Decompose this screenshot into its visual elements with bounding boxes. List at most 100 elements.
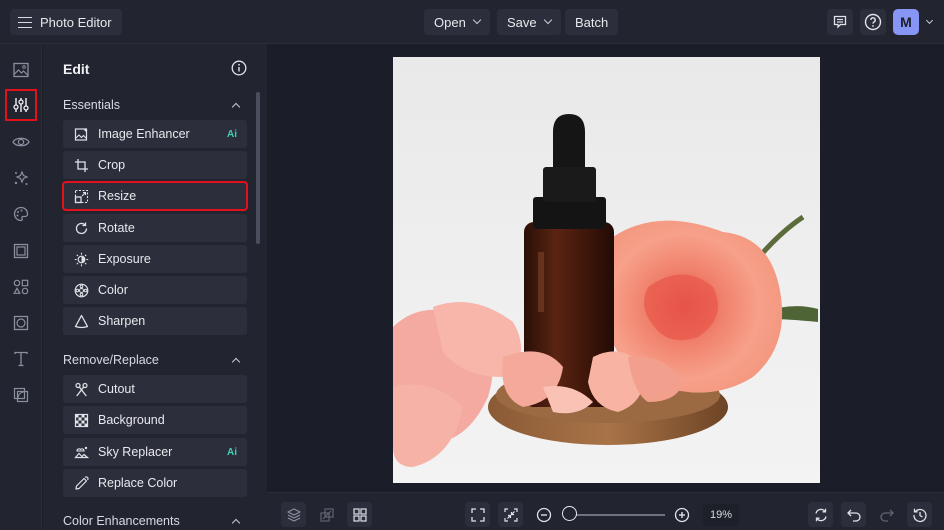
crop-icon [74, 158, 88, 172]
rail-item-graphics[interactable] [5, 271, 37, 303]
help-icon [864, 13, 882, 31]
text-icon [14, 351, 28, 367]
shapes-icon [13, 279, 29, 295]
tool-rotate[interactable]: Rotate [63, 214, 247, 242]
batch-label: Batch [575, 14, 609, 30]
ai-badge: Ai [227, 128, 237, 140]
tool-sky-replacer[interactable]: Sky Replacer Ai [63, 438, 247, 466]
account-chevron-icon[interactable] [925, 16, 934, 25]
save-label: Save [507, 14, 537, 30]
zoom-percent-input[interactable]: 19% [703, 504, 739, 526]
tool-exposure[interactable]: Exposure [63, 245, 247, 273]
dropper-bulb [553, 114, 585, 167]
tool-sharpen[interactable]: Sharpen [63, 307, 247, 335]
texture-icon [13, 315, 29, 331]
chevron-down-icon [543, 15, 552, 25]
rail-item-overlays[interactable] [5, 379, 37, 411]
resize-icon [74, 189, 88, 203]
exposure-icon [74, 252, 88, 266]
rotate-icon [75, 222, 87, 234]
actual-size-button[interactable] [498, 502, 523, 527]
info-icon [231, 60, 247, 76]
tool-label: Resize [98, 189, 137, 203]
fit-to-screen-button[interactable] [465, 502, 490, 527]
tool-crop[interactable]: Crop [63, 151, 247, 179]
save-button[interactable]: Save [497, 9, 561, 35]
bottle-highlight [538, 252, 544, 312]
grid-view-button[interactable] [347, 502, 372, 527]
undo-icon [846, 509, 861, 522]
chevron-up-icon[interactable] [231, 357, 241, 367]
dropper-collar [543, 167, 596, 202]
tool-label: Color [98, 283, 128, 297]
batch-button[interactable]: Batch [565, 9, 619, 35]
color-icon [74, 283, 88, 297]
image-enhancer-icon [74, 127, 87, 141]
chevron-up-icon[interactable] [231, 518, 241, 528]
history-button[interactable] [907, 502, 932, 527]
section-header-remove-replace[interactable]: Remove/Replace [63, 353, 159, 367]
fullscreen-icon [470, 507, 485, 522]
panel-scrollbar[interactable] [256, 92, 260, 244]
frame-icon [13, 243, 29, 259]
redo-icon [879, 509, 894, 522]
help-button[interactable] [860, 9, 886, 35]
rail-item-textures[interactable] [5, 307, 37, 339]
feedback-icon [833, 15, 847, 29]
zoom-in-button[interactable] [669, 502, 694, 527]
tool-image-enhancer[interactable]: Image Enhancer Ai [63, 120, 247, 148]
undo-button[interactable] [841, 502, 866, 527]
eyedropper-icon [74, 475, 89, 490]
rail-item-frames[interactable] [5, 235, 37, 267]
tool-color[interactable]: Color [63, 276, 247, 304]
compare-icon [319, 507, 334, 522]
feedback-button[interactable] [827, 9, 853, 35]
hamburger-icon [18, 16, 32, 28]
compare-button[interactable] [314, 502, 339, 527]
avatar-initial: M [900, 14, 912, 30]
rail-item-touch-up[interactable] [5, 126, 37, 158]
tool-cutout[interactable]: Cutout [63, 375, 247, 403]
user-avatar[interactable]: M [893, 9, 919, 35]
sliders-icon [13, 98, 29, 112]
rail-item-artsy[interactable] [5, 198, 37, 230]
rail-item-edit[interactable] [5, 89, 37, 121]
chevron-up-icon[interactable] [231, 102, 241, 112]
main-menu-button[interactable]: Photo Editor [10, 9, 122, 35]
reset-button[interactable] [808, 502, 833, 527]
grid-icon [352, 507, 367, 522]
rail-item-effects[interactable] [5, 162, 37, 194]
tool-background[interactable]: Background [63, 406, 247, 434]
zoom-out-icon [536, 507, 551, 522]
rail-item-text[interactable] [5, 343, 37, 375]
tool-label: Crop [98, 158, 126, 172]
refresh-icon [814, 508, 827, 521]
tool-resize[interactable]: Resize [62, 181, 248, 211]
top-bar: Photo Editor Open Save Batch M [0, 0, 944, 44]
edit-panel: Edit Essentials Image Enhancer Ai Crop R… [43, 44, 267, 530]
sky-icon [73, 446, 89, 458]
tool-label: Background [98, 413, 165, 427]
tool-replace-color[interactable]: Replace Color [63, 469, 247, 497]
image-icon [13, 62, 29, 78]
tool-label: Sky Replacer [98, 445, 173, 459]
zoom-out-button[interactable] [531, 502, 556, 527]
layers-button[interactable] [281, 502, 306, 527]
tool-label: Replace Color [98, 476, 178, 490]
sparkle-icon [14, 170, 29, 185]
app-title: Photo Editor [40, 14, 112, 30]
photo-canvas[interactable] [393, 57, 820, 483]
zoom-slider-track[interactable] [570, 514, 665, 516]
zoom-in-icon [674, 507, 689, 522]
palette-icon [13, 206, 29, 222]
zoom-slider-handle[interactable] [562, 506, 577, 521]
open-button[interactable]: Open [424, 9, 490, 35]
tool-label: Exposure [98, 252, 151, 266]
section-header-essentials[interactable]: Essentials [63, 98, 120, 112]
redo-button[interactable] [874, 502, 899, 527]
rail-item-image[interactable] [5, 54, 37, 86]
info-button[interactable] [231, 60, 247, 76]
open-label: Open [434, 14, 466, 30]
section-header-color-enhancements[interactable]: Color Enhancements [63, 514, 180, 528]
tool-label: Sharpen [98, 314, 146, 328]
